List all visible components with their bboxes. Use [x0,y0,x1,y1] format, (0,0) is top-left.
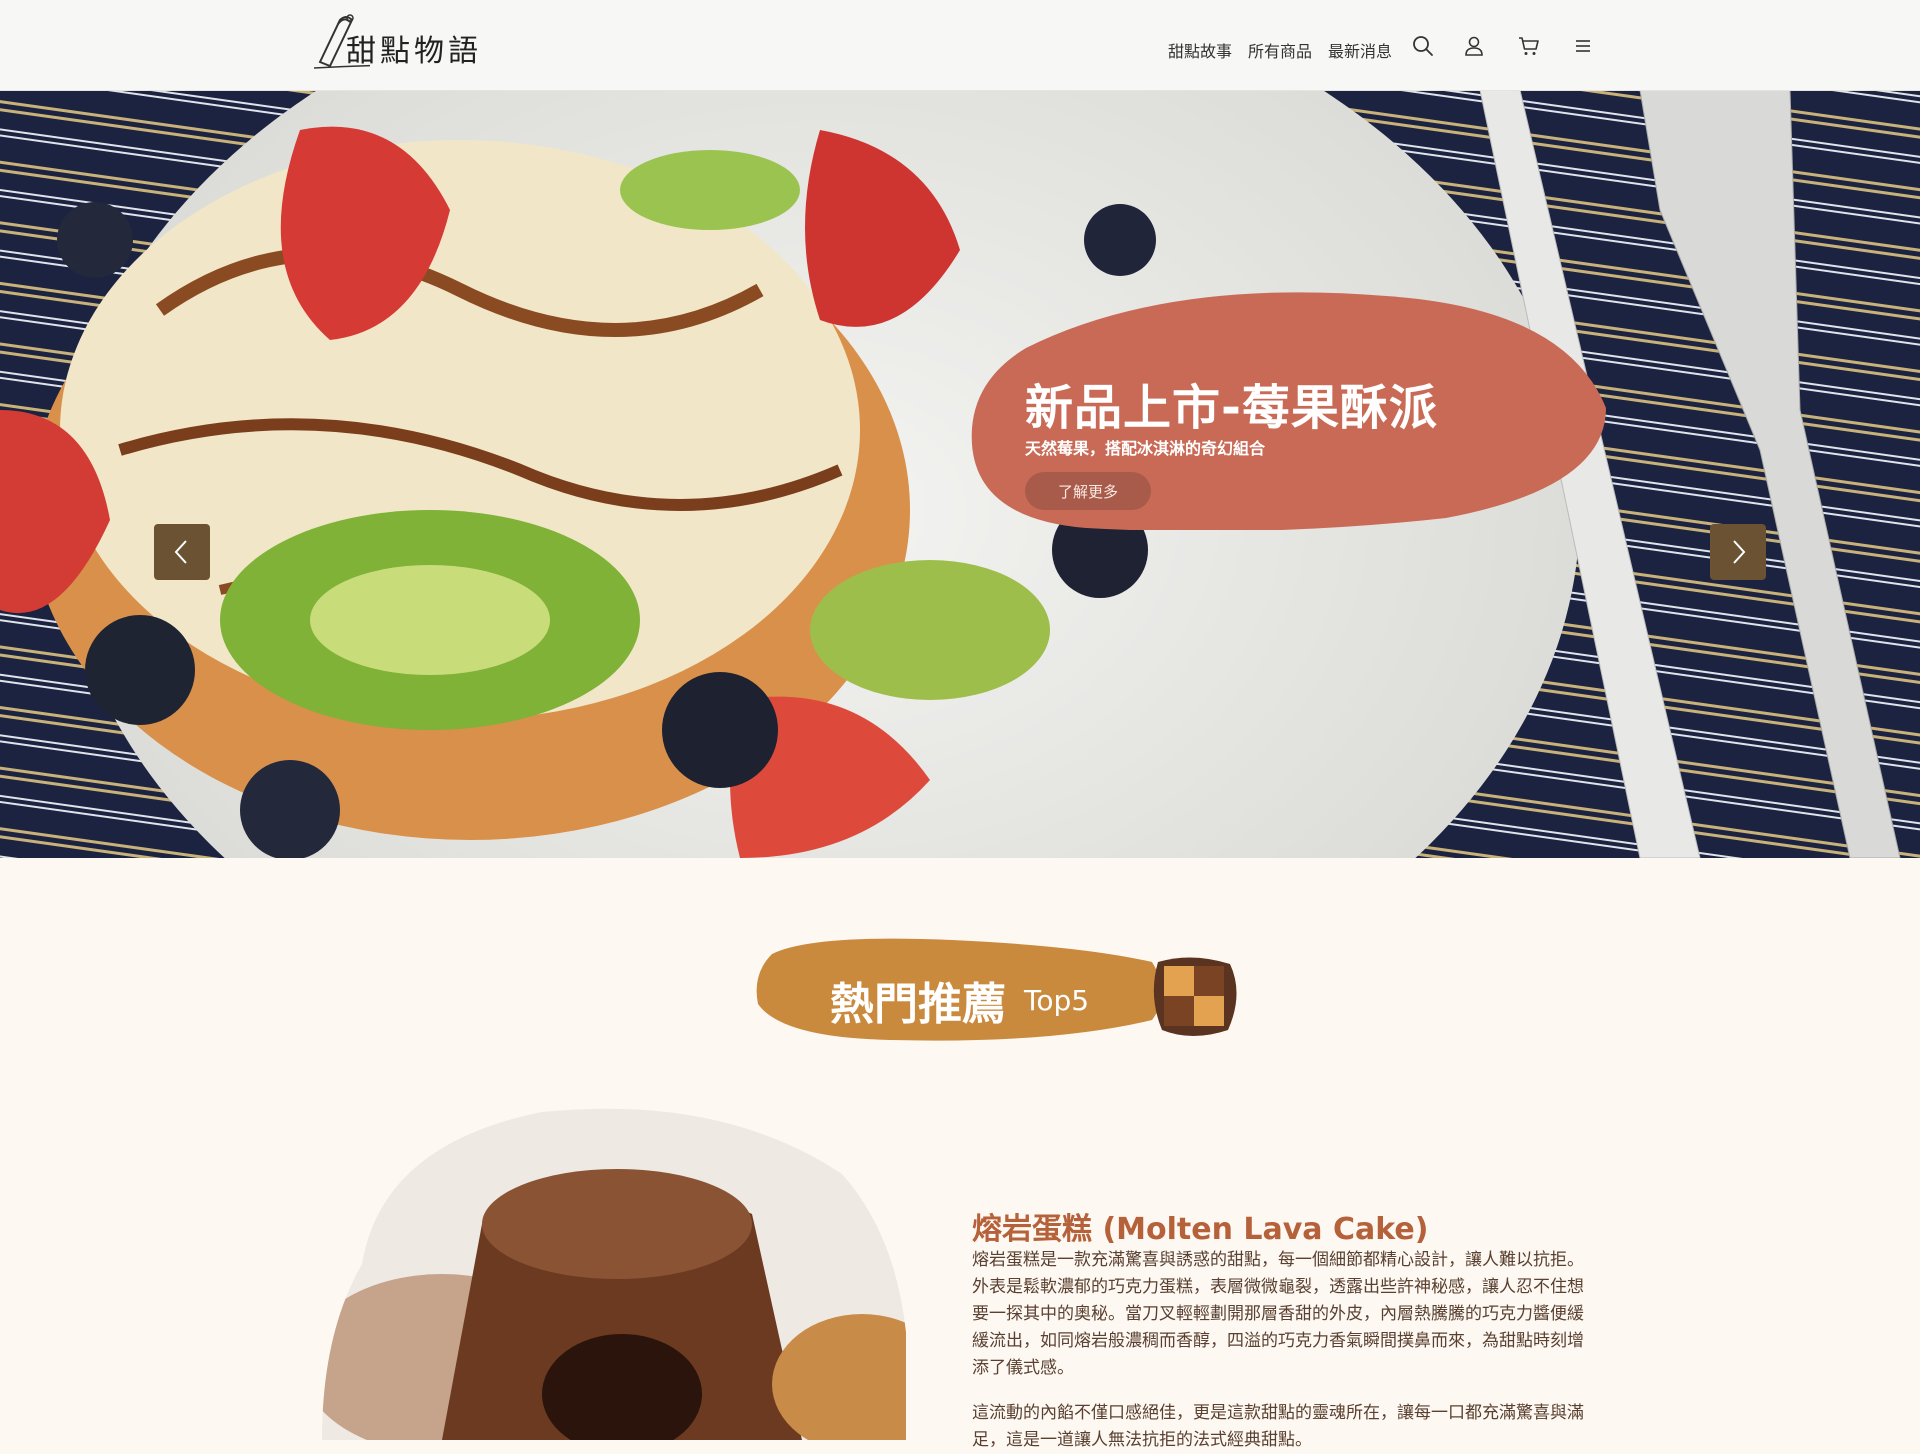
search-icon[interactable] [1411,34,1435,58]
logo-text: 甜點物語 [346,34,482,69]
menu-icon[interactable] [1571,34,1595,58]
carousel-next-button[interactable] [1710,524,1766,580]
product-name: 熔岩蛋糕 (Molten Lava Cake) [972,1212,1429,1247]
nav-dessert-story[interactable]: 甜點故事 [1168,38,1232,62]
lava-cake-image [322,1108,906,1440]
hero-carousel: 新品上市-莓果酥派 天然莓果，搭配冰淇淋的奇幻組合 了解更多 [0,90,1920,858]
chevron-right-icon [1733,540,1746,564]
site-header: 甜點物語 甜點故事 所有商品 最新消息 [0,0,1920,90]
nav-all-products[interactable]: 所有商品 [1248,38,1312,62]
product-description-2: 這流動的內餡不僅口感絕佳，更是這款甜點的靈魂所在，讓每一口都充滿驚喜與滿足，這是… [972,1403,1584,1450]
user-icon[interactable] [1462,34,1486,58]
section-title-suffix: Top5 [1024,984,1090,1017]
product-description: 熔岩蛋糕是一款充滿驚喜與誘惑的甜點，每一個細節都精心設計，讓人難以抗拒。外表是鬆… [972,1250,1584,1378]
hero-title: 新品上市-莓果酥派 [1025,380,1438,436]
learn-more-button[interactable]: 了解更多 [1025,472,1151,510]
checker-cookie-icon [1153,957,1237,1036]
brand-logo[interactable]: 甜點物語 [310,10,530,72]
carousel-prev-button[interactable] [154,524,210,580]
hero-dessert-image [0,90,1920,858]
hero-subtitle: 天然莓果，搭配冰淇淋的奇幻組合 [1025,439,1266,458]
nav-latest-news[interactable]: 最新消息 [1328,38,1392,62]
cart-icon[interactable] [1517,34,1541,58]
product-image[interactable] [322,1104,906,1440]
chevron-left-icon [174,540,187,564]
section-title: 熱門推薦 [830,979,1006,1030]
